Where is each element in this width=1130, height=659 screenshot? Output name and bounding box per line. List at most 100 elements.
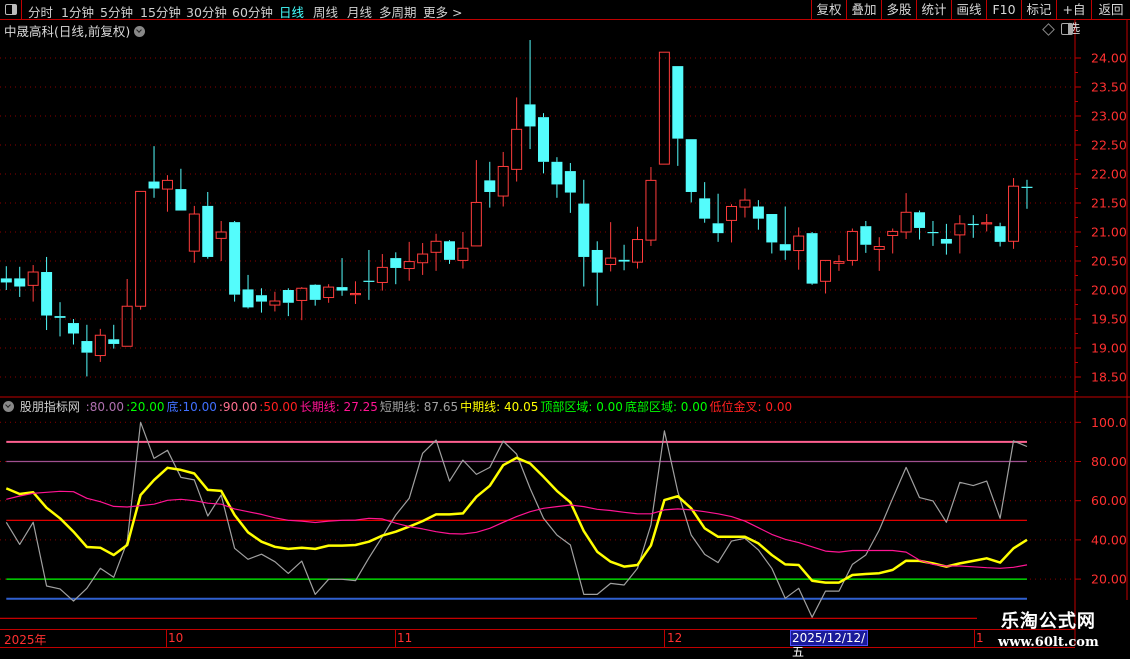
candle-body [685, 139, 697, 192]
f10-button[interactable]: F10 [986, 0, 1021, 19]
candle-down [1021, 179, 1033, 209]
chevron-down-icon[interactable] [134, 26, 146, 37]
candle-body [470, 201, 482, 247]
candle-up [470, 160, 482, 247]
candle-down [175, 168, 187, 211]
candle-up [1008, 178, 1020, 249]
period-tab[interactable]: 分时 [28, 2, 53, 21]
candle-down [591, 241, 603, 306]
chart-canvas[interactable]: 24.00 23.50 23.00 22.50 22.00 21.50 21.00 20.50… [0, 0, 1130, 650]
candlestick-series [0, 40, 1033, 377]
candle-up [430, 233, 442, 271]
candle-body [0, 278, 12, 283]
price-axis-label: 18.50 [1091, 370, 1127, 385]
candle-down [538, 113, 549, 174]
candle-body [591, 249, 603, 273]
candle-up [135, 190, 147, 310]
candle-up [457, 232, 469, 269]
candle-down [551, 157, 563, 198]
candle-up [954, 215, 966, 254]
period-tab[interactable]: 60分钟 [232, 2, 273, 21]
candle-body [349, 292, 361, 296]
chevron-down-icon[interactable] [3, 401, 14, 412]
candle-body [564, 171, 576, 193]
month-divider [395, 630, 396, 647]
candle-down [914, 210, 926, 240]
legend-item: :80.00 [85, 400, 125, 414]
period-tab[interactable]: 1分钟 [61, 2, 94, 21]
candle-body [658, 51, 670, 165]
time-label-month: 12 [667, 631, 683, 645]
grid-lines [0, 57, 1075, 580]
candle-body [632, 239, 644, 263]
candle-down [229, 220, 241, 302]
back-button[interactable]: 返回 [1091, 0, 1130, 19]
candle-up [94, 328, 106, 362]
more-periods-button[interactable]: 更多 > [423, 2, 462, 21]
candle-up [645, 167, 657, 246]
time-label-month: 11 [397, 631, 413, 645]
restore-rights-button[interactable]: 复权 [811, 0, 846, 19]
candle-down [14, 266, 26, 297]
candle-body [94, 334, 106, 357]
multi-stock-button[interactable]: 多股 [881, 0, 916, 19]
candle-down [699, 182, 711, 223]
mark-button[interactable]: 标记 [1021, 0, 1056, 19]
candle-body [242, 289, 254, 308]
candle-body [551, 161, 563, 185]
indicator-header: 股朋指标网 :80.00:20.00 底:10.00:90.00:50.00 长期线… [3, 398, 796, 415]
candle-body [511, 128, 523, 170]
candle-body [14, 278, 26, 287]
period-tab[interactable]: 30分钟 [186, 2, 227, 21]
candle-up [215, 220, 227, 261]
candle-body [417, 253, 429, 264]
candle-down [940, 223, 952, 255]
candle-up [296, 287, 308, 321]
candle-down [148, 146, 160, 198]
candle-down [994, 222, 1006, 247]
period-tab[interactable]: 多周期 [379, 2, 417, 21]
panel-toggle-icon[interactable] [0, 0, 22, 19]
indicator-axis-label: 60.00 [1091, 493, 1127, 508]
candle-body [430, 240, 442, 253]
indicator-name[interactable]: 股朋指标网 [20, 400, 80, 414]
price-axis-label: 20.50 [1091, 254, 1127, 269]
candle-body [820, 259, 832, 282]
price-axis-label: 19.00 [1091, 341, 1127, 356]
indicator-axis-label: 20.00 [1091, 572, 1127, 587]
panel-layout-icon[interactable] [1061, 23, 1073, 35]
add-watchlist-button[interactable]: +自选 [1056, 0, 1091, 36]
candle-up [269, 291, 281, 312]
period-tab[interactable]: 15分钟 [140, 2, 181, 21]
candle-down [255, 288, 267, 313]
period-tab[interactable]: 5分钟 [100, 2, 133, 21]
indicator-axis-label: 80.00 [1091, 454, 1127, 469]
legend-item: 低位金叉: 0.00 [709, 400, 793, 414]
candle-up [793, 227, 805, 270]
statistics-button[interactable]: 统计 [916, 0, 951, 19]
period-tab[interactable]: 周线 [313, 2, 338, 21]
candle-body [940, 238, 952, 244]
candle-body [645, 179, 657, 241]
candle-down [0, 266, 12, 290]
candle-down [484, 161, 496, 208]
candle-down [309, 284, 321, 306]
candle-down [766, 214, 778, 254]
watermark: 乐淘公式网 www.60lt.com [998, 607, 1099, 650]
watermark-title: 乐淘公式网 [1000, 611, 1096, 632]
candle-up [323, 284, 335, 303]
candle-body [967, 223, 979, 226]
indicator-axis-label: 100.0 [1091, 415, 1127, 430]
legend-item: 长期线: 27.25 [299, 400, 378, 414]
period-tab[interactable]: 月线 [347, 2, 372, 21]
candle-body [188, 213, 200, 252]
candle-body [108, 339, 120, 344]
candle-up [726, 204, 738, 243]
draw-line-button[interactable]: 画线 [951, 0, 986, 19]
candle-body [994, 226, 1006, 242]
candle-body [672, 66, 684, 139]
candle-down [564, 162, 576, 213]
overlay-button[interactable]: 叠加 [846, 0, 881, 19]
price-axis-label: 19.50 [1091, 312, 1127, 327]
period-tab-active[interactable]: 日线 [279, 2, 304, 21]
